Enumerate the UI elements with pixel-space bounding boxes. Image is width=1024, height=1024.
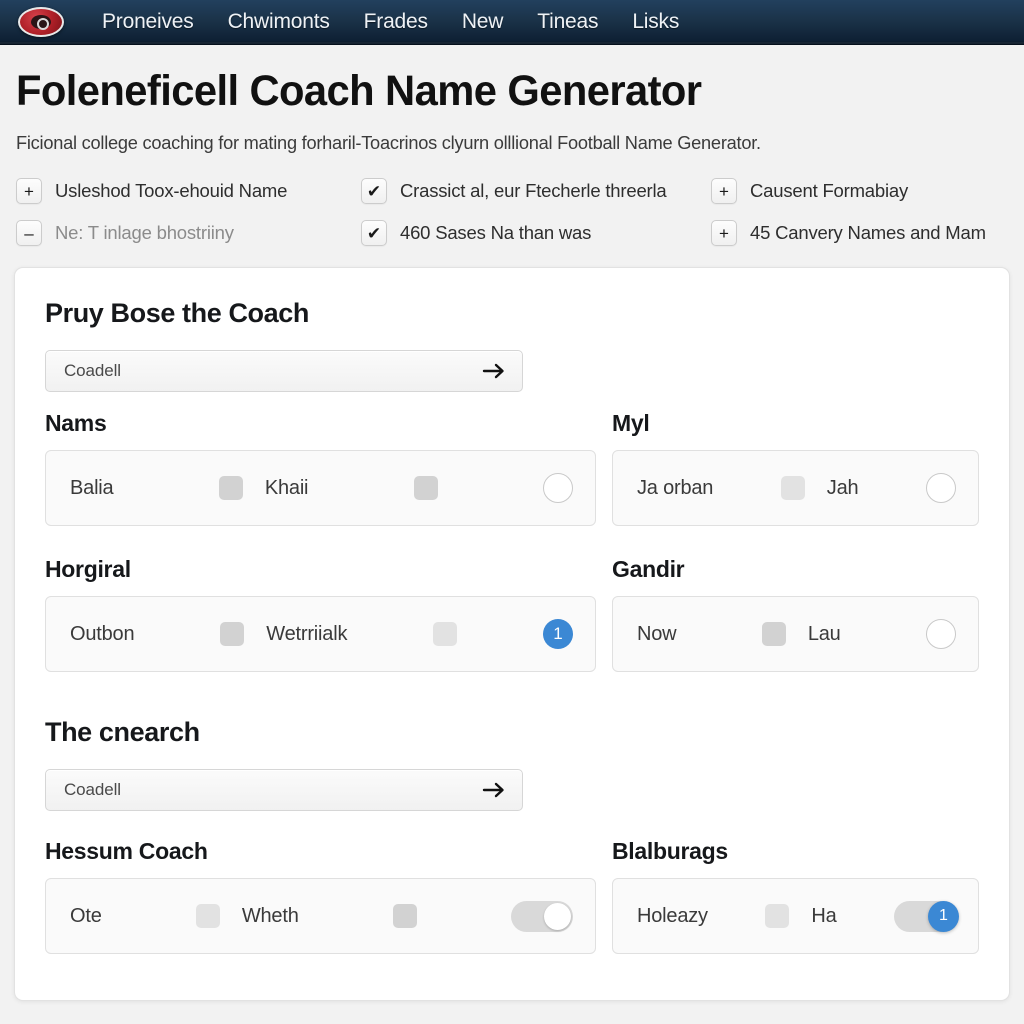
color-swatch[interactable] <box>433 622 458 647</box>
feature-item[interactable]: + 45 Canvery Names and Mam <box>711 220 1008 247</box>
feature-label: Ne: T inlage bhostriiny <box>55 222 234 244</box>
field-group-blalburags: Blalburags Holeazy Ha 1 <box>612 838 979 955</box>
count-badge[interactable]: 1 <box>543 619 574 650</box>
panel-text-a: Ja orban <box>637 476 714 499</box>
toggle-knob <box>544 902 572 930</box>
section-title-two: The cnearch <box>45 717 200 748</box>
panel-text-b: Lau <box>807 622 841 645</box>
color-swatch[interactable] <box>195 904 220 929</box>
feature-item[interactable]: ✔ Crassict al, eur Ftecherle threerla <box>361 178 711 205</box>
field-label: Nams <box>45 410 107 437</box>
panel-text-a: Holeazy <box>637 904 708 927</box>
field-group-nams: Nams Balia Khaii <box>45 410 596 527</box>
toggle-knob-count: 1 <box>928 900 959 932</box>
toggle-switch-badged[interactable]: 1 <box>894 900 959 932</box>
panel-text-b: Khaii <box>264 476 309 499</box>
field-group-horgiral: Horgiral Outbon Wetrriialk 1 <box>45 556 596 673</box>
nav-item-proneives[interactable]: Proneives <box>102 10 194 34</box>
feature-item[interactable]: – Ne: T inlage bhostriiny <box>16 220 361 247</box>
nav-item-new[interactable]: New <box>462 10 504 34</box>
nav-item-chwimonts[interactable]: Chwimonts <box>228 10 330 34</box>
feature-label: Usleshod Toox-ehouid Name <box>55 180 288 202</box>
color-swatch[interactable] <box>413 476 438 501</box>
field-group-hessum-coach: Hessum Coach Ote Wheth <box>45 838 596 955</box>
nav-items: Proneives Chwimonts Frades New Tineas Li… <box>102 10 679 34</box>
field-label: Blalburags <box>612 838 728 865</box>
minus-icon: – <box>16 220 42 247</box>
panel-text-a: Ote <box>70 904 102 927</box>
panel-text-b: Wetrriialk <box>266 622 348 645</box>
color-swatch[interactable] <box>780 476 805 501</box>
hero-section: Foleneficell Coach Name Generator Ficion… <box>0 45 1024 154</box>
page-title: Foleneficell Coach Name Generator <box>16 67 702 115</box>
arrow-right-icon[interactable] <box>480 778 508 802</box>
panel-text-b: Jah <box>826 476 859 499</box>
option-panel[interactable]: Holeazy Ha 1 <box>612 878 979 955</box>
option-panel[interactable]: Outbon Wetrriialk 1 <box>45 596 596 673</box>
plus-icon: + <box>16 178 42 205</box>
field-label: Hessum Coach <box>45 838 208 865</box>
field-row-2: Horgiral Outbon Wetrriialk 1 Gandir Now … <box>45 556 979 673</box>
search-input-value[interactable]: Coadell <box>64 361 480 381</box>
field-label: Horgiral <box>45 556 131 583</box>
plus-icon: + <box>711 178 737 205</box>
field-row-3: Hessum Coach Ote Wheth Blalburags Holeaz… <box>45 838 979 955</box>
feature-item[interactable]: + Causent Formabiay <box>711 178 1008 205</box>
panel-text-a: Outbon <box>70 622 135 645</box>
feature-item[interactable]: + Usleshod Toox-ehouid Name <box>16 178 361 205</box>
coach-search-field-two[interactable]: Coadell <box>45 769 523 812</box>
color-swatch[interactable] <box>220 622 245 647</box>
field-group-gandir: Gandir Now Lau <box>612 556 979 673</box>
logo-inner-mark <box>31 15 51 30</box>
option-panel[interactable]: Now Lau <box>612 596 979 673</box>
section-title-one: Pruy Bose the Coach <box>45 298 309 329</box>
color-swatch[interactable] <box>761 622 786 647</box>
plus-icon: + <box>711 220 737 247</box>
check-icon: ✔ <box>361 220 387 247</box>
page-subtitle: Ficional college coaching for mating for… <box>16 132 761 154</box>
top-navbar: Proneives Chwimonts Frades New Tineas Li… <box>0 0 1024 45</box>
search-input-value[interactable]: Coadell <box>64 780 480 800</box>
panel-text-a: Balia <box>70 476 114 499</box>
color-swatch[interactable] <box>218 476 243 501</box>
feature-label: 460 Sases Na than was <box>400 222 592 244</box>
radio-button[interactable] <box>926 473 957 504</box>
field-group-myl: Myl Ja orban Jah <box>612 410 979 527</box>
field-label: Myl <box>612 410 650 437</box>
feature-label: 45 Canvery Names and Mam <box>750 222 986 244</box>
nav-item-tineas[interactable]: Tineas <box>537 10 598 34</box>
option-panel[interactable]: Balia Khaii <box>45 450 596 527</box>
panel-text-a: Now <box>637 622 677 645</box>
nav-item-lisks[interactable]: Lisks <box>632 10 679 34</box>
generator-card: Pruy Bose the Coach Coadell Nams Balia K… <box>14 267 1010 1002</box>
field-row-1: Nams Balia Khaii Myl Ja orban Jah <box>45 410 979 527</box>
nav-item-frades[interactable]: Frades <box>364 10 428 34</box>
arrow-right-icon[interactable] <box>480 359 508 383</box>
feature-label: Causent Formabiay <box>750 180 909 202</box>
toggle-switch[interactable] <box>511 900 574 932</box>
feature-item[interactable]: ✔ 460 Sases Na than was <box>361 220 711 247</box>
coach-search-field-one[interactable]: Coadell <box>45 350 523 393</box>
color-swatch[interactable] <box>392 904 417 929</box>
option-panel[interactable]: Ja orban Jah <box>612 450 979 527</box>
radio-button[interactable] <box>926 619 957 650</box>
feature-list: + Usleshod Toox-ehouid Name ✔ Crassict a… <box>16 178 1008 247</box>
color-swatch[interactable] <box>765 904 790 929</box>
check-icon: ✔ <box>361 178 387 205</box>
field-label: Gandir <box>612 556 685 583</box>
feature-label: Crassict al, eur Ftecherle threerla <box>400 180 667 202</box>
panel-text-b: Wheth <box>241 904 299 927</box>
panel-text-b: Ha <box>811 904 837 927</box>
radio-button[interactable] <box>543 473 573 504</box>
option-panel[interactable]: Ote Wheth <box>45 878 596 955</box>
football-shield-icon[interactable] <box>18 7 64 37</box>
